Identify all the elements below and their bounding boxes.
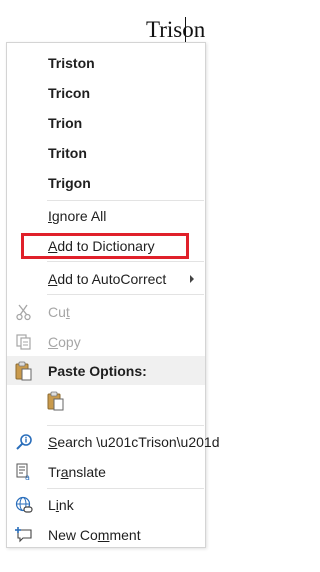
ignore-all-label: Ignore All xyxy=(48,208,107,224)
search-label: Search \u201cTrison\u201d xyxy=(48,434,220,450)
svg-text:a: a xyxy=(25,473,30,481)
paste-icon xyxy=(15,361,33,381)
menu-separator xyxy=(47,488,204,489)
word-before-cursor: Triso xyxy=(146,17,194,42)
suggestion-item-3[interactable]: Trion xyxy=(7,109,205,137)
translate-icon: a xyxy=(15,463,33,481)
copy-label: Copy xyxy=(48,334,81,350)
ignore-all-item[interactable]: Ignore All xyxy=(7,202,205,230)
search-icon xyxy=(15,433,33,451)
keep-text-paste-icon xyxy=(47,391,65,411)
context-menu: Triston Tricon Trion Triton Trigon Ignor… xyxy=(6,42,220,549)
suggestion-item-4[interactable]: Triton xyxy=(7,139,205,167)
copy-icon xyxy=(15,333,33,351)
copy-item[interactable]: Copy xyxy=(7,328,205,356)
translate-label: Translate xyxy=(48,464,106,480)
submenu-arrow-icon xyxy=(190,275,194,283)
menu-separator xyxy=(47,200,204,201)
cut-item[interactable]: Cut xyxy=(7,298,205,326)
suggestion-label: Trion xyxy=(48,115,83,131)
link-item[interactable]: Link xyxy=(7,491,205,519)
menu-separator xyxy=(47,294,204,295)
paste-options-header: Paste Options: xyxy=(7,356,205,385)
link-label: Link xyxy=(48,497,74,513)
suggestion-label: Trigon xyxy=(48,175,91,191)
highlight-annotation xyxy=(21,233,189,259)
menu-separator xyxy=(47,425,204,426)
misspelled-word[interactable]: Trison xyxy=(146,18,205,41)
link-icon xyxy=(15,496,33,514)
suggestion-item-2[interactable]: Tricon xyxy=(7,79,205,107)
add-to-autocorrect-item[interactable]: Add to AutoCorrect xyxy=(7,265,205,293)
suggestion-label: Triston xyxy=(48,55,95,71)
cut-icon xyxy=(15,303,33,321)
translate-item[interactable]: a Translate xyxy=(7,458,205,486)
menu-separator xyxy=(47,261,204,262)
search-item[interactable]: Search \u201cTrison\u201d xyxy=(7,428,220,456)
cut-label: Cut xyxy=(48,304,70,320)
new-comment-icon xyxy=(15,526,33,544)
suggestion-item-1[interactable]: Triston xyxy=(7,49,205,77)
suggestion-label: Tricon xyxy=(48,85,91,101)
new-comment-label: New Comment xyxy=(48,527,141,543)
add-to-autocorrect-label: Add to AutoCorrect xyxy=(48,271,167,287)
keep-text-only-paste-button[interactable] xyxy=(43,388,69,414)
paste-options-label: Paste Options: xyxy=(48,363,147,379)
new-comment-item[interactable]: New Comment xyxy=(7,521,205,549)
text-cursor xyxy=(185,17,186,42)
suggestion-item-5[interactable]: Trigon xyxy=(7,169,205,197)
word-after-cursor: n xyxy=(193,17,206,42)
suggestion-label: Triton xyxy=(48,145,87,161)
page: Trison Triston Tricon Trion Triton Trigo… xyxy=(0,0,276,572)
